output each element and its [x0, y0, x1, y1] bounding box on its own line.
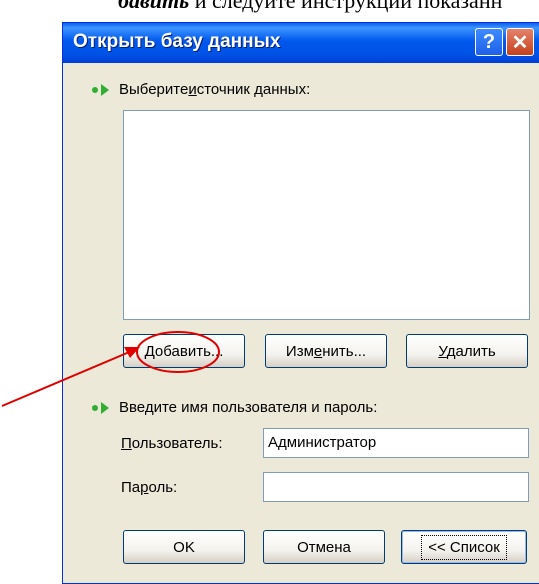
cancel-button-label: Отмена [297, 538, 351, 556]
data-source-label: Выберите и сточник данных: [91, 81, 310, 98]
username-label-text: ользователь: [131, 435, 223, 452]
password-label: Пароль: [121, 479, 177, 496]
username-field[interactable]: Администратор [263, 428, 529, 458]
document-text-fragment: бавить и следуйте инструкции показанн [118, 0, 502, 14]
edit-button-label-before: Изм [285, 342, 314, 360]
password-label-before: Па [121, 479, 141, 496]
dialog-title: Открыть базу данных [73, 31, 281, 52]
ok-button[interactable]: OK [123, 530, 245, 564]
open-database-dialog: Открыть базу данных ? ✕ Выберите и сточни… [62, 22, 539, 584]
data-source-list[interactable] [123, 110, 530, 320]
green-arrow-icon [92, 401, 109, 414]
data-source-label-before: Выберите [119, 81, 189, 98]
password-field[interactable] [263, 472, 529, 502]
username-label: Пользователь: [121, 435, 223, 452]
cancel-button[interactable]: Отмена [263, 530, 385, 564]
credentials-label: Введите имя пользователя и пароль: [91, 399, 377, 416]
ok-button-label: OK [173, 538, 195, 556]
title-bar: Открыть базу данных ? ✕ [63, 23, 539, 63]
add-button[interactable]: Добавить... [123, 334, 245, 368]
list-toggle-button-label: << Список [421, 534, 507, 560]
edit-button[interactable]: Изменить... [265, 334, 387, 368]
close-button[interactable]: ✕ [506, 28, 534, 56]
green-arrow-icon [92, 83, 109, 96]
help-icon: ? [482, 30, 496, 53]
data-source-label-accel: и [188, 81, 197, 98]
data-source-label-after: сточник данных: [196, 81, 311, 98]
add-button-accel: Д [144, 342, 155, 360]
edit-button-label-after: нить... [322, 342, 367, 360]
delete-button-accel: У [438, 342, 447, 360]
credentials-label-text: Введите имя пользователя и пароль: [119, 399, 378, 416]
edit-button-accel: е [313, 342, 323, 360]
document-italic-word: бавить [118, 0, 190, 13]
delete-button[interactable]: Удалить [406, 334, 528, 368]
username-label-accel: П [121, 435, 132, 452]
close-icon: ✕ [511, 31, 529, 54]
help-button[interactable]: ? [475, 28, 503, 56]
add-button-label: обавить... [154, 342, 224, 360]
list-toggle-button[interactable]: << Список [401, 530, 527, 564]
password-label-after: оль: [148, 479, 178, 496]
delete-button-label: далить [446, 342, 496, 360]
document-text-rest: и следуйте инструкции показанн [189, 0, 503, 13]
